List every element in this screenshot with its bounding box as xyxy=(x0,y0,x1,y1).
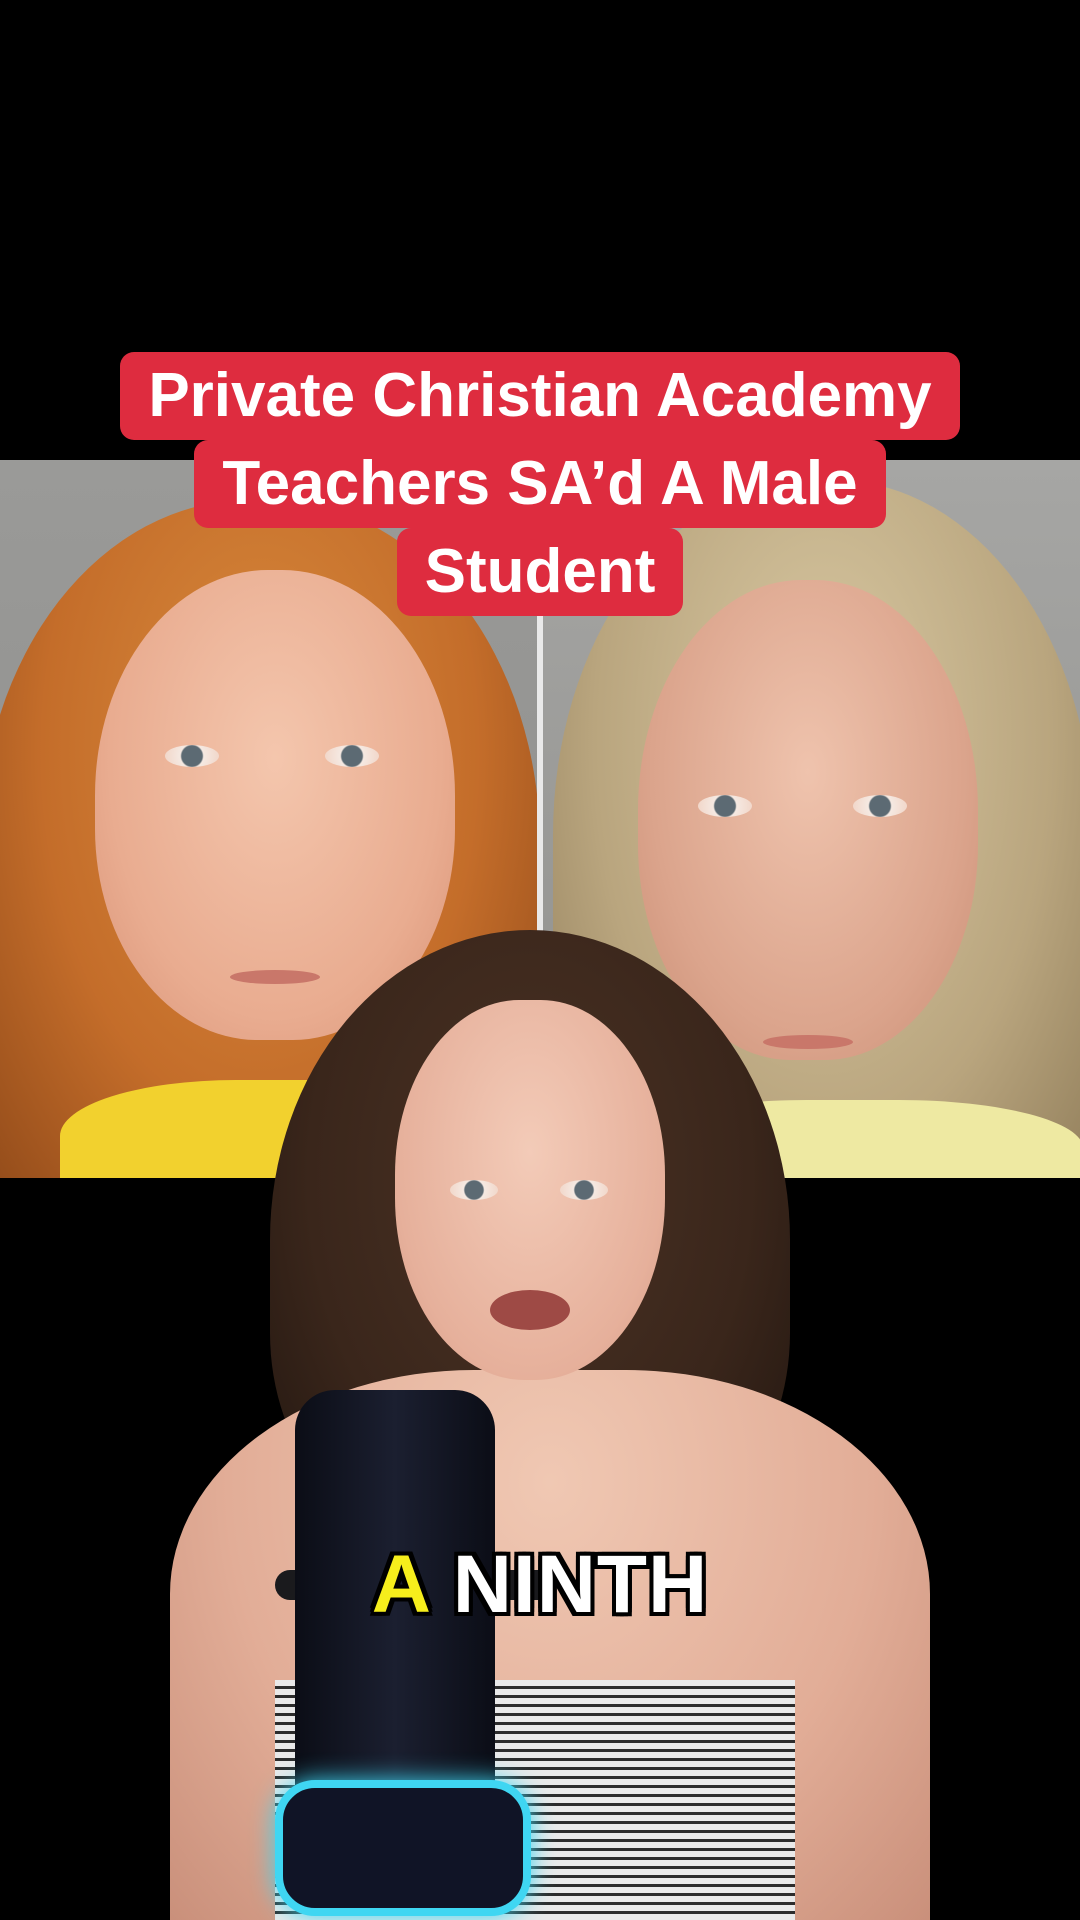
subtitle-caption: A NINTH xyxy=(0,1535,1080,1635)
eye xyxy=(450,1180,498,1200)
presenter-face xyxy=(395,1000,665,1380)
caption-word: NINTH xyxy=(452,1539,709,1630)
video-frame[interactable]: Private Christian Academy Teachers SA’d … xyxy=(0,0,1080,1920)
caption-highlight-word: A xyxy=(371,1539,429,1630)
title-line: Teachers SA’d A Male xyxy=(194,440,886,528)
eye xyxy=(325,745,379,767)
title-banner: Private Christian Academy Teachers SA’d … xyxy=(0,352,1080,616)
eye xyxy=(560,1180,608,1200)
eye xyxy=(165,745,219,767)
mic-glow-ring xyxy=(275,1780,531,1916)
title-line: Student xyxy=(396,528,684,616)
microphone xyxy=(275,1390,555,1920)
eye xyxy=(698,795,752,817)
eye xyxy=(853,795,907,817)
title-line: Private Christian Academy xyxy=(120,352,960,440)
mouth xyxy=(490,1290,570,1330)
presenter xyxy=(0,930,1080,1920)
